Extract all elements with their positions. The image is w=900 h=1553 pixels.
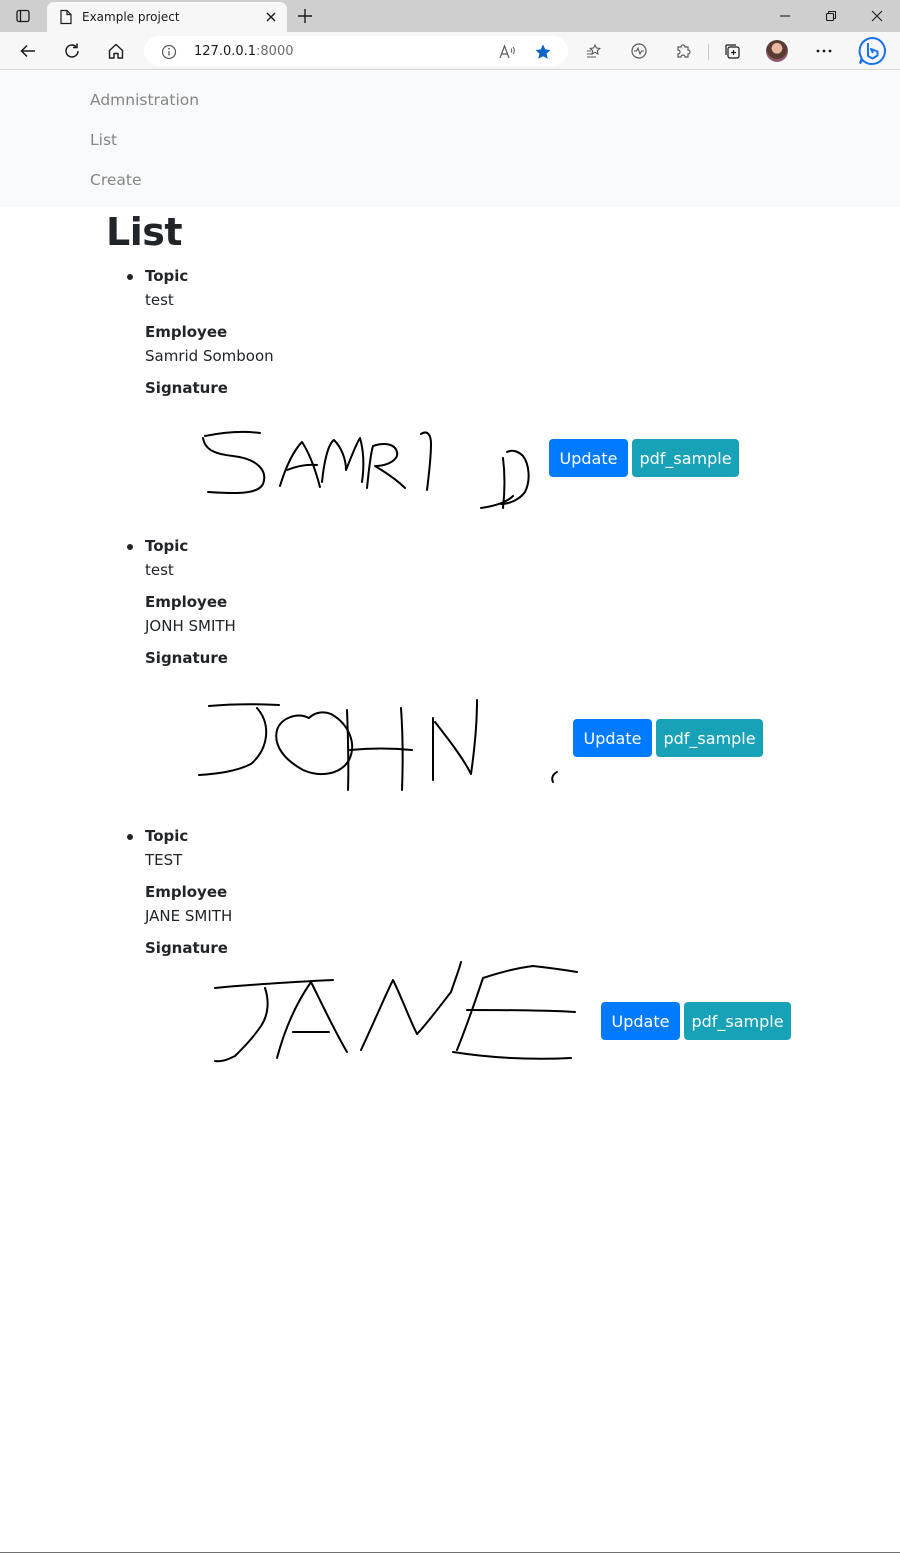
- signature-image: [202, 431, 530, 509]
- employee-label: Employee: [145, 883, 228, 901]
- topic-label: Topic: [145, 827, 189, 845]
- refresh-icon: [65, 43, 79, 58]
- employee-value: Samrid Somboon: [145, 347, 274, 365]
- url-text: 127.0.0.1:8000: [194, 44, 294, 59]
- heartbeat-icon: [631, 43, 647, 59]
- puzzle-icon: [677, 44, 691, 58]
- profile-button[interactable]: [761, 35, 793, 67]
- pdf-sample-button[interactable]: pdf_sample: [656, 719, 763, 757]
- read-aloud-icon[interactable]: [498, 43, 516, 61]
- nav-item-administration[interactable]: Admnistration: [90, 91, 199, 109]
- favorites-bar-button[interactable]: [578, 35, 610, 67]
- arrow-left-icon: [20, 44, 35, 58]
- topic-value: test: [145, 561, 174, 579]
- topic-value: TEST: [145, 851, 183, 869]
- back-button[interactable]: [12, 35, 44, 67]
- list-bullet: [127, 834, 133, 840]
- close-window-button[interactable]: [854, 0, 900, 32]
- employee-label: Employee: [145, 323, 228, 341]
- plus-icon: [298, 9, 312, 23]
- nav-item-list[interactable]: List: [90, 131, 117, 149]
- url-port: :8000: [256, 44, 294, 59]
- tab-title: Example project: [82, 10, 180, 24]
- collections-button[interactable]: [716, 35, 748, 67]
- browser-essentials-button[interactable]: [623, 35, 655, 67]
- update-button[interactable]: Update: [573, 719, 652, 757]
- restore-button[interactable]: [808, 0, 854, 32]
- signature-image: [198, 699, 558, 791]
- info-icon[interactable]: [160, 43, 178, 61]
- close-tab-icon[interactable]: [263, 9, 279, 25]
- employee-value: JANE SMITH: [145, 907, 233, 925]
- restore-icon: [825, 10, 837, 22]
- close-icon: [871, 10, 883, 22]
- site-nav: Admnistration List Create: [0, 71, 900, 207]
- home-icon: [108, 43, 124, 59]
- topic-value: test: [145, 291, 174, 309]
- tab-actions-icon: [16, 9, 30, 23]
- favorite-star-icon[interactable]: [534, 43, 552, 61]
- address-bar[interactable]: 127.0.0.1:8000: [144, 36, 568, 66]
- signature-label: Signature: [145, 379, 228, 397]
- avatar: [766, 40, 788, 62]
- page-title: List: [106, 210, 183, 254]
- browser-tab-bar: Example project: [0, 0, 900, 32]
- minimize-button[interactable]: [762, 0, 808, 32]
- pdf-sample-button[interactable]: pdf_sample: [684, 1002, 791, 1040]
- collections-icon: [725, 44, 740, 59]
- favorites-icon: [587, 43, 602, 58]
- home-button[interactable]: [100, 35, 132, 67]
- minimize-icon: [780, 15, 790, 17]
- refresh-button[interactable]: [56, 35, 88, 67]
- pdf-sample-button[interactable]: pdf_sample: [632, 439, 739, 477]
- browser-toolbar: 127.0.0.1:8000: [0, 32, 900, 70]
- url-host: 127.0.0.1: [194, 44, 257, 59]
- update-button[interactable]: Update: [549, 439, 628, 477]
- bing-copilot-icon: [858, 36, 886, 65]
- browser-tab[interactable]: Example project: [47, 2, 287, 32]
- signature-label: Signature: [145, 649, 228, 667]
- topic-label: Topic: [145, 537, 189, 555]
- list-bullet: [127, 544, 133, 550]
- new-tab-button[interactable]: [292, 4, 318, 28]
- employee-value: JONH SMITH: [145, 617, 236, 635]
- signature-image: [214, 961, 578, 1063]
- topic-label: Topic: [145, 267, 189, 285]
- bing-chat-button[interactable]: [855, 34, 889, 68]
- toolbar-separator: [708, 44, 709, 60]
- tab-actions-button[interactable]: [0, 0, 46, 32]
- extensions-button[interactable]: [667, 35, 699, 67]
- update-button[interactable]: Update: [601, 1002, 680, 1040]
- list-bullet: [127, 274, 133, 280]
- nav-item-create[interactable]: Create: [90, 171, 142, 189]
- more-horizontal-icon: [816, 49, 832, 53]
- employee-label: Employee: [145, 593, 228, 611]
- page-icon: [59, 9, 73, 25]
- settings-menu-button[interactable]: [808, 35, 840, 67]
